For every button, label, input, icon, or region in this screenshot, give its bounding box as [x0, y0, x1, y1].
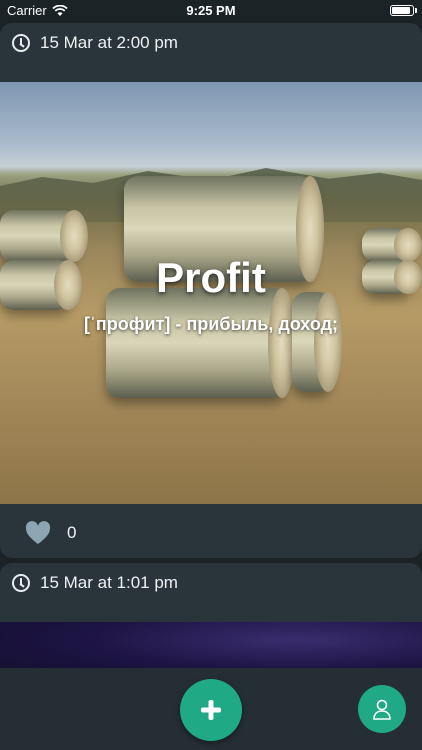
post-header: 15 Mar at 2:00 pm	[0, 23, 422, 63]
money-roll	[292, 292, 342, 392]
word-title: Profit	[156, 254, 266, 301]
battery-icon	[390, 5, 417, 16]
post-footer: 0	[0, 506, 422, 560]
post-timestamp: 15 Mar at 2:00 pm	[40, 33, 178, 52]
user-icon	[373, 699, 391, 720]
likes-count: 0	[67, 523, 77, 542]
profile-button[interactable]	[358, 685, 406, 733]
post-image[interactable]: Profit [ˈпрофит] - прибыль, доход;	[0, 82, 422, 504]
post-header: 15 Mar at 1:01 pm	[0, 563, 422, 603]
money-roll	[106, 288, 296, 398]
status-bar: Carrier 9:25 PM	[0, 0, 422, 22]
heart-icon[interactable]	[25, 521, 51, 545]
clock-icon	[12, 34, 30, 52]
status-time: 9:25 PM	[186, 3, 236, 18]
add-button[interactable]	[180, 679, 242, 741]
clock-icon	[12, 574, 30, 592]
word-transcription: [ˈпрофит] - прибыль, доход;	[83, 314, 339, 334]
plus-icon	[201, 700, 221, 720]
post-timestamp: 15 Mar at 1:01 pm	[40, 573, 178, 592]
